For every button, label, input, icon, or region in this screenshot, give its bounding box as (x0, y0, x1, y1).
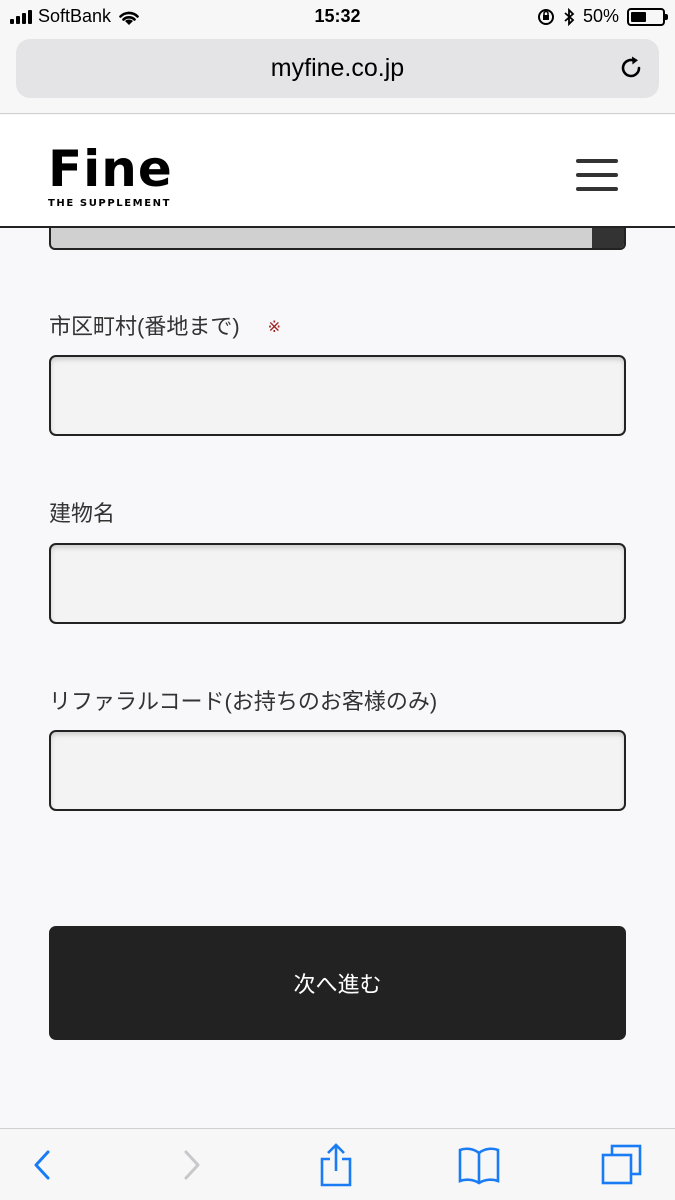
browser-toolbar (0, 1128, 675, 1200)
bluetooth-icon (564, 7, 575, 26)
bookmarks-icon[interactable] (457, 1143, 501, 1187)
logo-tagline: THE SUPPLEMENT (48, 198, 172, 209)
select-arrow-icon (592, 228, 624, 248)
building-label: 建物名 (49, 501, 116, 526)
battery-fill (631, 11, 646, 22)
tabs-icon[interactable] (600, 1143, 644, 1187)
building-input[interactable] (49, 543, 626, 624)
city-label-text: 市区町村(番地まで) (49, 314, 240, 339)
logo-wordmark: Fine (48, 140, 173, 198)
referral-label: リファラルコード(お持ちのお客様のみ) (49, 689, 438, 714)
hamburger-menu-icon[interactable] (576, 159, 618, 191)
next-button[interactable]: 次へ進む (49, 926, 626, 1040)
orientation-lock-icon (537, 8, 554, 25)
url-text: myfine.co.jp (270, 54, 405, 82)
required-mark: ※ (267, 319, 282, 336)
forward-icon[interactable] (170, 1143, 214, 1187)
battery-icon (627, 7, 668, 26)
reload-icon[interactable] (617, 54, 645, 82)
share-icon[interactable] (314, 1143, 358, 1187)
status-bar: SoftBank 15:32 50% (0, 0, 675, 34)
site-header: Fine THE SUPPLEMENT (0, 115, 675, 228)
address-bar[interactable]: myfine.co.jp (16, 39, 659, 98)
city-input[interactable] (49, 355, 626, 436)
referral-code-input[interactable] (49, 730, 626, 811)
status-right: 50% (537, 6, 668, 27)
battery-percent: 50% (582, 6, 619, 26)
prefecture-select[interactable] (49, 228, 626, 250)
browser-address-area: myfine.co.jp (0, 34, 675, 114)
city-label: 市区町村(番地まで) ※ (49, 309, 281, 341)
back-icon[interactable] (20, 1143, 64, 1187)
site-logo[interactable]: Fine THE SUPPLEMENT (48, 144, 173, 209)
